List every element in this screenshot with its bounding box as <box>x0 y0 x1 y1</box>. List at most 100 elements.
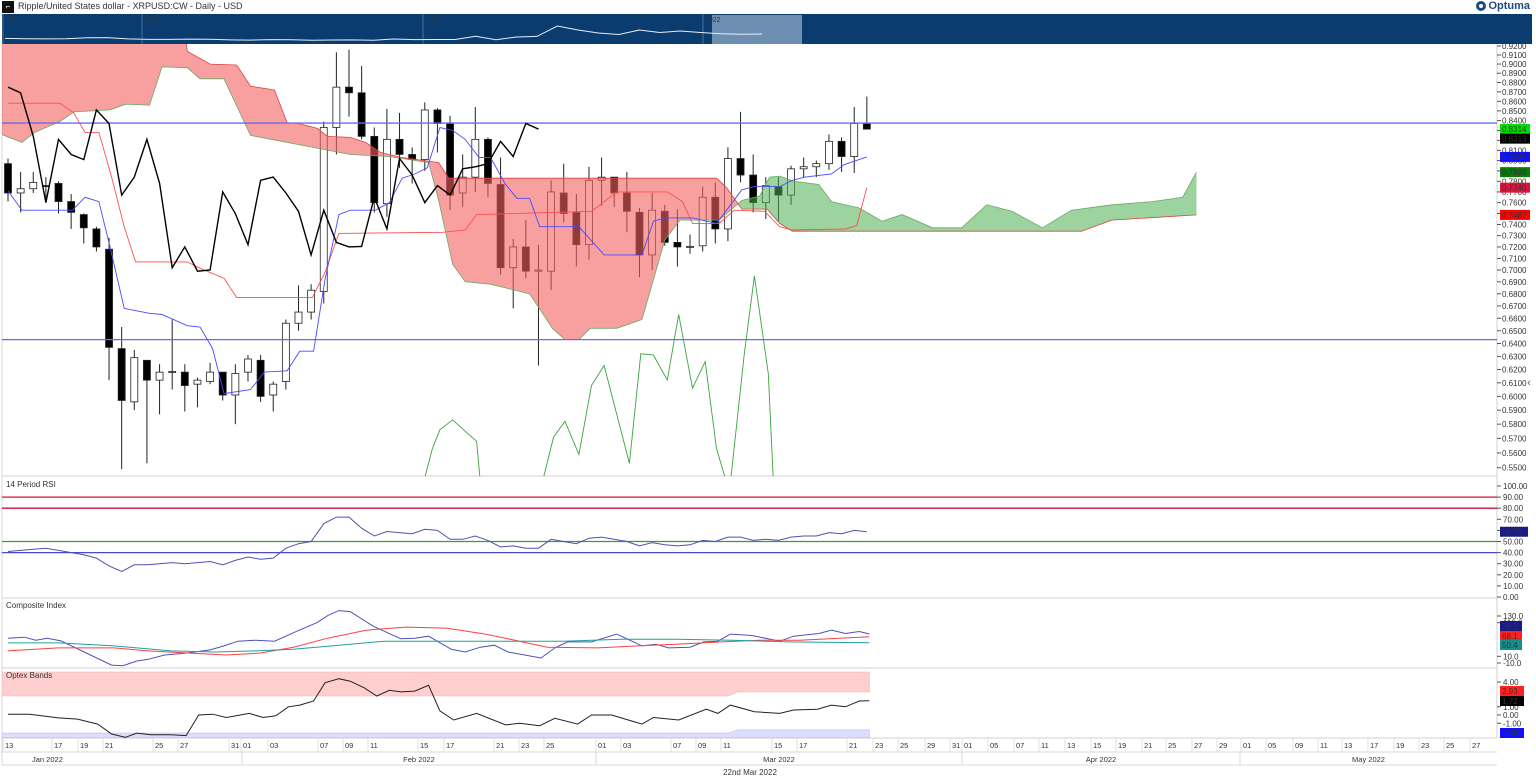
candle[interactable] <box>799 157 808 178</box>
candle[interactable] <box>29 171 38 193</box>
price-tick-label: 0.5900 <box>1502 406 1527 415</box>
rsi-tick-label: 20.00 <box>1503 571 1524 580</box>
candle[interactable] <box>862 96 871 130</box>
optex-tick-label: -1.00 <box>1503 719 1522 728</box>
candle[interactable] <box>168 319 177 390</box>
candle[interactable] <box>307 284 316 320</box>
price-tick-label: 0.7200 <box>1502 243 1527 252</box>
price-tick-label: 0.7400 <box>1502 220 1527 229</box>
rsi-tick-label: 100.00 <box>1503 482 1528 491</box>
day-label: 27 <box>1472 741 1480 750</box>
candle[interactable] <box>105 237 113 381</box>
day-label: 19 <box>80 741 88 750</box>
rsi-tick-label: 30.00 <box>1503 560 1524 569</box>
candle[interactable] <box>256 355 265 402</box>
composite-panel[interactable] <box>7 610 870 667</box>
candle[interactable] <box>130 349 139 411</box>
candle[interactable] <box>117 326 126 470</box>
candle[interactable] <box>433 108 442 153</box>
composite-panel-title: Composite Index <box>6 601 66 610</box>
navigator-bar[interactable]: 2019 2020 2021 2022 <box>2 14 1532 44</box>
price-tick-label: 0.8800 <box>1502 78 1527 87</box>
price-axis[interactable]: 0.92000.91000.90000.89000.88000.87000.86… <box>1497 42 1530 473</box>
day-label: 17 <box>799 741 807 750</box>
rsi-tick-label: 70.00 <box>1503 515 1524 524</box>
candle[interactable] <box>294 285 303 331</box>
optex-badge-label: -2.80 <box>1502 729 1521 738</box>
candle[interactable] <box>244 355 252 382</box>
collapse-panel-chevron-icon[interactable]: ‹ <box>1524 376 1534 390</box>
day-label: 27 <box>1194 741 1202 750</box>
candle-body-bearish <box>117 348 126 401</box>
navigator-year-label: 2019 <box>5 17 21 24</box>
optex-panel-title: Optex Bands <box>6 671 52 680</box>
candle[interactable] <box>218 371 227 401</box>
candle[interactable] <box>79 213 88 244</box>
day-label: 09 <box>345 741 353 750</box>
price-tick-label: 0.7300 <box>1502 232 1527 241</box>
day-label: 23 <box>875 741 883 750</box>
candle[interactable] <box>16 171 25 213</box>
candle[interactable] <box>345 49 353 117</box>
candle[interactable] <box>206 362 214 385</box>
chart-canvas[interactable]: 2019 2020 2021 2022 0.92000.91000.90000.8900… <box>0 0 1536 783</box>
candle[interactable] <box>180 364 189 412</box>
rsi-tick-label: 40.00 <box>1503 549 1524 558</box>
day-label: 07 <box>1016 741 1024 750</box>
candle[interactable] <box>155 364 164 415</box>
time-axis[interactable]: 13 17 19 21 25 27 31 01 03 07 09 11 15 17 21 23 25 01 03 07… <box>1 738 1497 766</box>
rsi-tick-label: 0.00 <box>1503 593 1519 602</box>
candle[interactable] <box>143 359 151 464</box>
candle[interactable] <box>231 364 240 425</box>
price-tick-label: 0.5600 <box>1502 449 1527 458</box>
candle-body-bullish <box>130 357 139 403</box>
price-badge-label: 0.7487 <box>1502 211 1527 220</box>
candle-body-bullish <box>29 181 38 190</box>
candle[interactable] <box>193 377 202 408</box>
candle[interactable] <box>269 381 278 412</box>
optex-tick-label: 4.00 <box>1503 678 1519 687</box>
candle-body-bearish <box>837 140 846 157</box>
day-label: 13 <box>1344 741 1352 750</box>
day-label: 09 <box>1295 741 1303 750</box>
optex-panel[interactable] <box>2 671 870 738</box>
candle[interactable] <box>825 134 833 170</box>
candle-body-bearish <box>4 163 12 194</box>
rsi-panel[interactable] <box>2 496 1497 573</box>
day-label: 21 <box>1144 741 1152 750</box>
day-label: 01 <box>964 741 972 750</box>
candle[interactable] <box>812 160 821 178</box>
navigator-year-label: 2022 <box>705 17 721 24</box>
candle[interactable] <box>408 147 417 184</box>
candle-body-bullish <box>471 138 480 178</box>
candle-body-bullish <box>193 379 202 385</box>
candle[interactable] <box>281 319 290 390</box>
day-label: 23 <box>1421 741 1429 750</box>
day-label: 25 <box>155 741 163 750</box>
rsi-tick-label: 80.00 <box>1503 504 1524 513</box>
candle[interactable] <box>382 108 391 217</box>
candle[interactable] <box>850 107 859 173</box>
candle-body-bullish <box>850 123 859 157</box>
optex-upper-band <box>2 671 870 697</box>
candle-body-bearish <box>484 138 492 184</box>
candle-body-bearish <box>143 359 151 381</box>
price-tick-label: 0.6900 <box>1502 278 1527 287</box>
day-label: 31 <box>231 741 239 750</box>
price-tick-label: 0.6700 <box>1502 302 1527 311</box>
candle[interactable] <box>67 194 76 229</box>
candle[interactable] <box>686 234 694 254</box>
day-label: 25 <box>546 741 554 750</box>
navigator-window-handle[interactable] <box>712 15 802 44</box>
price-plot[interactable] <box>2 33 1497 483</box>
candle-body-bullish <box>332 86 341 128</box>
candle[interactable] <box>4 158 12 202</box>
price-tick-label: 0.6800 <box>1502 290 1527 299</box>
candle[interactable] <box>54 181 63 214</box>
candle[interactable] <box>92 226 101 252</box>
candle[interactable] <box>357 65 366 140</box>
day-label: 19 <box>1396 741 1404 750</box>
day-label: 01 <box>243 741 251 750</box>
day-label: 25 <box>900 741 908 750</box>
composite-badge-label: 68.1 <box>1502 632 1518 641</box>
